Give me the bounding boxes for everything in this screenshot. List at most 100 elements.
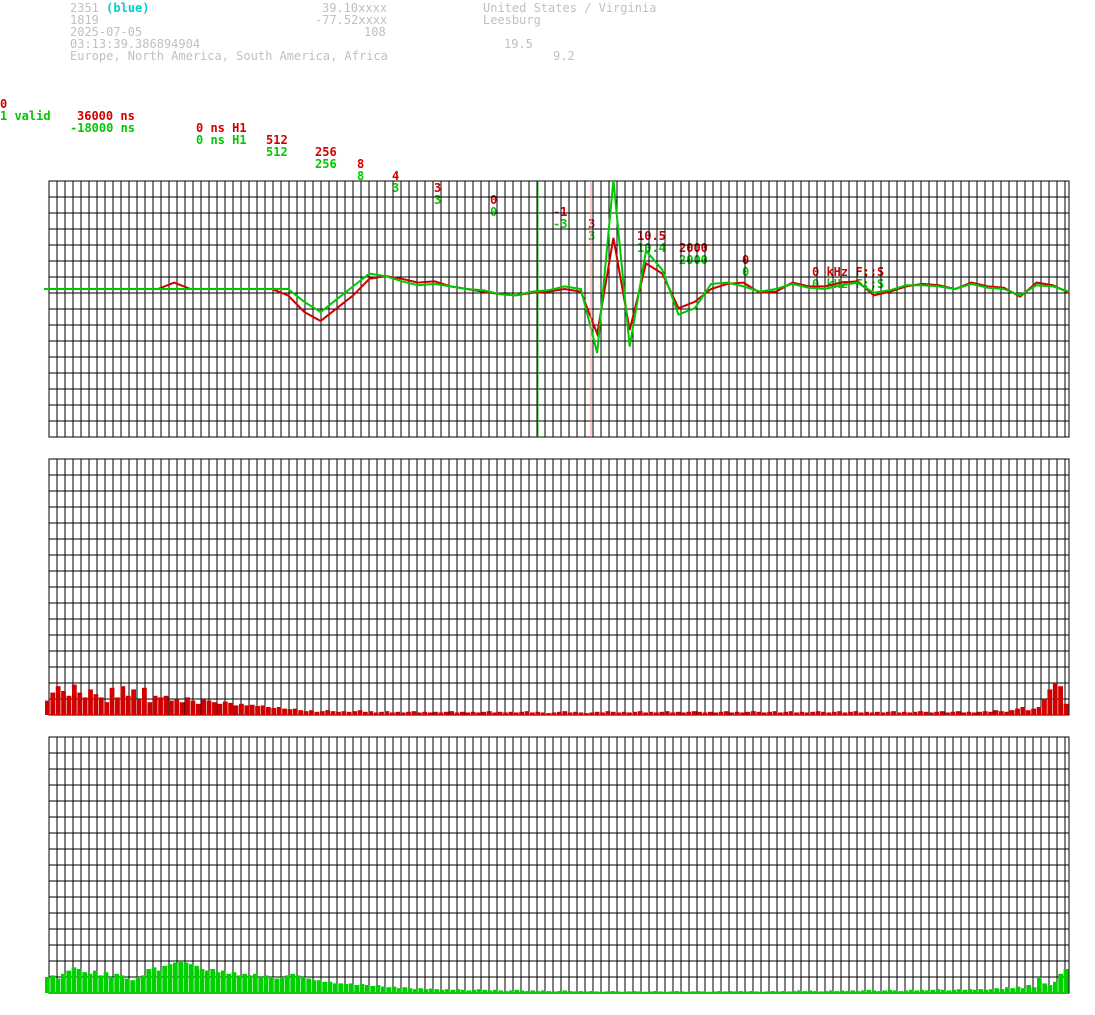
bar-1-187 [1052, 683, 1058, 715]
bar-1-71 [427, 712, 433, 715]
bar-1-50 [314, 711, 320, 715]
bar-2-168 [941, 989, 946, 993]
bar-2-187 [1042, 983, 1048, 993]
bar-2-30 [205, 970, 210, 993]
bar-2-55 [338, 983, 344, 993]
bar-1-152 [864, 711, 869, 715]
bar-2-173 [967, 989, 973, 993]
bar-1-94 [551, 712, 557, 715]
bar-1-95 [557, 711, 562, 715]
bar-1-189 [1063, 703, 1069, 715]
bar-2-60 [365, 985, 370, 993]
bar-1-116 [670, 712, 675, 715]
bar-1-24 [174, 699, 180, 715]
bar-1-118 [680, 712, 686, 715]
bar-1-137 [783, 711, 789, 715]
bar-1-93 [546, 713, 552, 715]
bar-1-127 [729, 712, 735, 715]
bar-2-3 [61, 973, 66, 993]
bar-2-64 [386, 987, 392, 993]
bar-2-78 [461, 989, 466, 993]
bar-2-54 [333, 983, 338, 993]
bar-2-1 [50, 975, 56, 993]
bar-1-105 [610, 711, 616, 715]
bar-2-20 [151, 967, 157, 993]
bar-2-23 [167, 964, 173, 993]
bar-1-126 [724, 711, 729, 715]
bar-1-108 [627, 712, 632, 715]
bar-2-174 [973, 989, 978, 993]
bar-2-101 [583, 991, 589, 993]
bar-2-0 [45, 977, 50, 993]
bar-1-19 [147, 702, 153, 715]
bar-2-62 [375, 985, 381, 993]
bar-1-161 [912, 711, 918, 715]
bar-1-121 [697, 711, 702, 715]
bar-1-106 [616, 712, 622, 715]
bar-1-160 [907, 712, 913, 715]
bar-2-132 [749, 991, 754, 993]
bar-2-80 [471, 989, 477, 993]
bar-2-191 [1063, 969, 1069, 993]
bar-1-34 [228, 702, 234, 715]
bar-2-17 [135, 977, 141, 993]
bar-2-91 [530, 990, 536, 993]
bar-1-182 [1025, 710, 1031, 715]
bar-2-44 [279, 977, 285, 993]
bar-2-35 [231, 972, 237, 993]
bar-2-69 [413, 989, 418, 993]
bar-2-141 [797, 990, 802, 993]
bar-1-185 [1042, 699, 1047, 715]
bar-2-93 [541, 990, 546, 993]
bar-1-141 [804, 712, 810, 715]
bar-1-89 [524, 711, 530, 715]
bar-2-58 [354, 985, 360, 993]
bar-2-162 [909, 989, 914, 993]
bar-1-102 [594, 711, 600, 715]
bar-2-178 [994, 988, 1000, 993]
bar-1-30 [206, 700, 212, 715]
bar-1-156 [885, 711, 891, 715]
bar-1-14 [120, 686, 126, 715]
bar-1-119 [686, 711, 692, 715]
bar-2-71 [423, 989, 429, 993]
bar-1-12 [109, 687, 115, 715]
bar-2-65 [391, 986, 397, 993]
bar-1-162 [918, 711, 923, 715]
bar-1-61 [373, 712, 379, 715]
bar-1-69 [416, 712, 422, 715]
bar-2-28 [194, 965, 200, 993]
bar-1-97 [567, 712, 573, 715]
bar-1-186 [1047, 689, 1053, 715]
bar-1-151 [858, 712, 864, 715]
bar-1-10 [98, 697, 104, 715]
bar-1-31 [212, 702, 217, 715]
bar-2-108 [621, 991, 626, 993]
bar-1-73 [438, 712, 444, 715]
bar-1-51 [319, 711, 325, 715]
bar-1-168 [950, 711, 956, 715]
bar-2-189 [1053, 981, 1058, 993]
bar-2-6 [77, 969, 82, 993]
bar-2-27 [189, 964, 194, 993]
bar-2-128 [727, 991, 733, 993]
bar-2-107 [615, 991, 621, 993]
bar-2-156 [877, 991, 882, 993]
bar-1-169 [955, 711, 961, 715]
bar-2-119 [679, 991, 685, 993]
bar-2-155 [871, 990, 877, 993]
bar-2-180 [1005, 987, 1010, 993]
bar-1-44 [282, 708, 287, 715]
bar-1-176 [993, 710, 999, 715]
bar-2-25 [178, 961, 184, 993]
bar-2-100 [578, 991, 584, 993]
bar-1-96 [562, 711, 568, 715]
bar-2-85 [498, 990, 504, 993]
bar-2-177 [989, 989, 994, 993]
bar-2-127 [722, 991, 728, 993]
bar-2-73 [434, 989, 440, 993]
bar-1-17 [136, 699, 142, 715]
bar-1-67 [406, 711, 411, 715]
bar-2-46 [290, 973, 296, 993]
bar-2-42 [269, 977, 274, 993]
